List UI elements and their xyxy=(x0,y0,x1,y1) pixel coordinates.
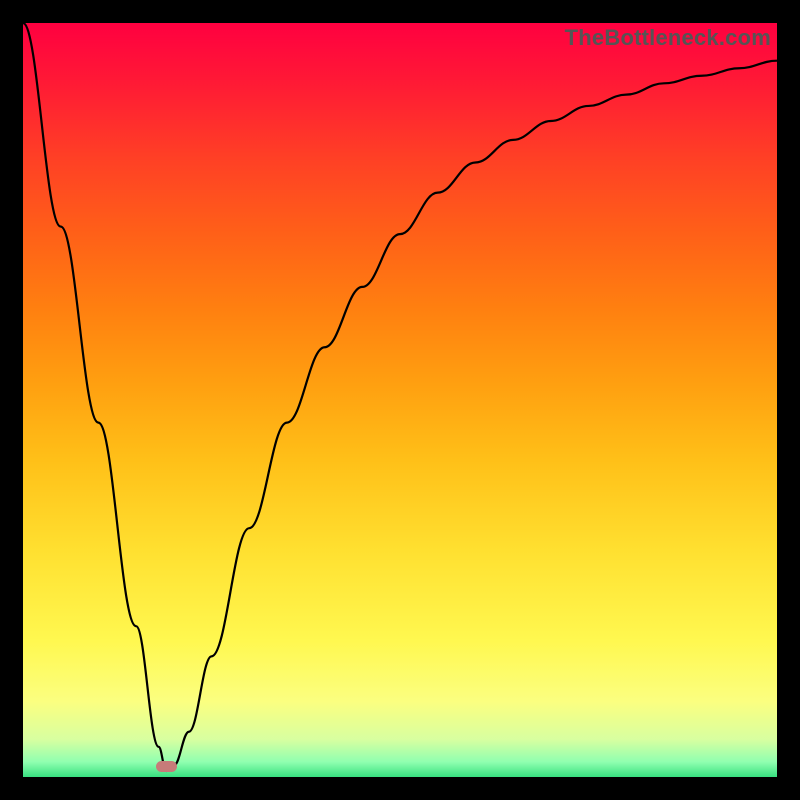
bottleneck-curve xyxy=(23,23,777,777)
optimum-marker xyxy=(156,761,177,772)
plot-area: TheBottleneck.com xyxy=(23,23,777,777)
chart-frame: TheBottleneck.com xyxy=(0,0,800,800)
